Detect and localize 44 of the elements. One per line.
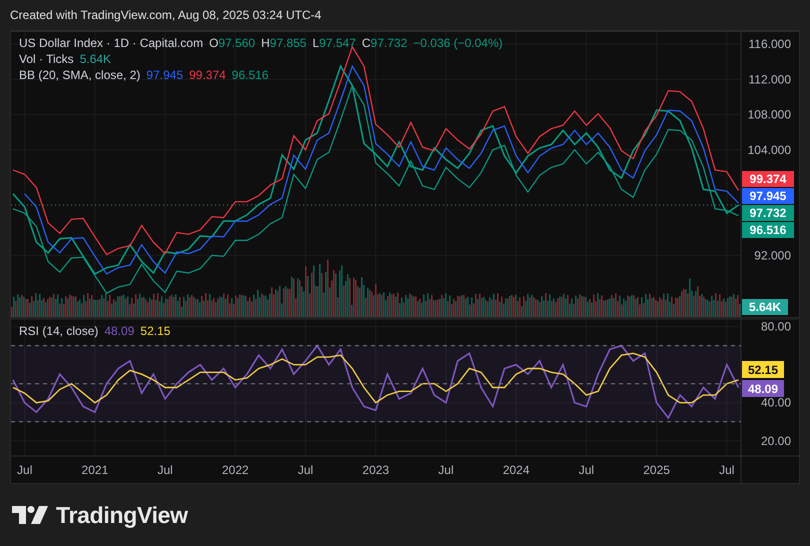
- rsi-badge: 48.09: [742, 380, 784, 397]
- rsi-legend-label: RSI (14, close): [19, 324, 98, 338]
- bollinger-legend-label: BB (20, SMA, close, 2): [19, 68, 140, 82]
- time-axis-label: 2023: [362, 463, 390, 477]
- rsi-badge: 52.15: [742, 361, 784, 378]
- price-axis-label: 116.000: [748, 37, 791, 52]
- volume-legend-label: Vol · Ticks: [19, 52, 74, 66]
- bollinger-legend-value: 99.374: [189, 68, 226, 82]
- ohlc-value: O97.560: [209, 36, 256, 50]
- time-axis-label: Jul: [298, 463, 314, 477]
- time-axis-label: Jul: [157, 463, 173, 477]
- time-axis-label: Jul: [438, 463, 454, 477]
- price-axis-label: 112.000: [748, 72, 791, 86]
- price-change: −0.036 (−0.04%): [413, 36, 503, 50]
- price-axis-label: 92.000: [754, 248, 791, 262]
- bollinger-legend-value: 97.945: [146, 68, 184, 82]
- price-badge: 97.945: [742, 188, 794, 204]
- time-axis-label: Jul: [719, 463, 734, 477]
- time-axis-label: 2022: [222, 463, 249, 477]
- volume-legend-value: 5.64K: [80, 52, 112, 66]
- rsi-axis-label: 20.00: [760, 434, 791, 448]
- time-axis-label: Jul: [578, 463, 594, 477]
- volume-badge: 5.64K: [742, 299, 788, 315]
- price-badge: 99.374: [742, 171, 794, 187]
- brand-name: TradingView: [56, 500, 188, 530]
- time-axis-label: 2025: [643, 463, 670, 477]
- logo-icon: [12, 506, 48, 524]
- price-badge: 97.732: [742, 205, 794, 221]
- chart-caption: Created with TradingView.com, Aug 08, 2025 03:24 UTC-4: [10, 8, 322, 22]
- price-axis-label: 104.000: [748, 142, 791, 157]
- ohlc-value: L97.547: [312, 36, 356, 50]
- rsi-legend-value: 52.15: [140, 324, 170, 338]
- time-axis-label: 2024: [502, 463, 530, 477]
- rsi-legend-value: 48.09: [104, 324, 134, 338]
- time-axis-label: 2021: [82, 463, 108, 477]
- bollinger-legend-value: 96.516: [232, 68, 268, 82]
- ohlc-value: H97.855: [261, 36, 306, 50]
- chart-symbol-title: US Dollar Index · 1D · Capital.com: [19, 36, 204, 50]
- price-axis-label: 108.000: [748, 108, 791, 122]
- rsi-axis-label: 40.00: [760, 396, 791, 410]
- time-axis-label: Jul: [17, 463, 32, 477]
- rsi-axis-label: 80.00: [760, 320, 791, 334]
- ohlc-value: C97.732: [362, 36, 408, 50]
- price-badge: 96.516: [742, 222, 794, 238]
